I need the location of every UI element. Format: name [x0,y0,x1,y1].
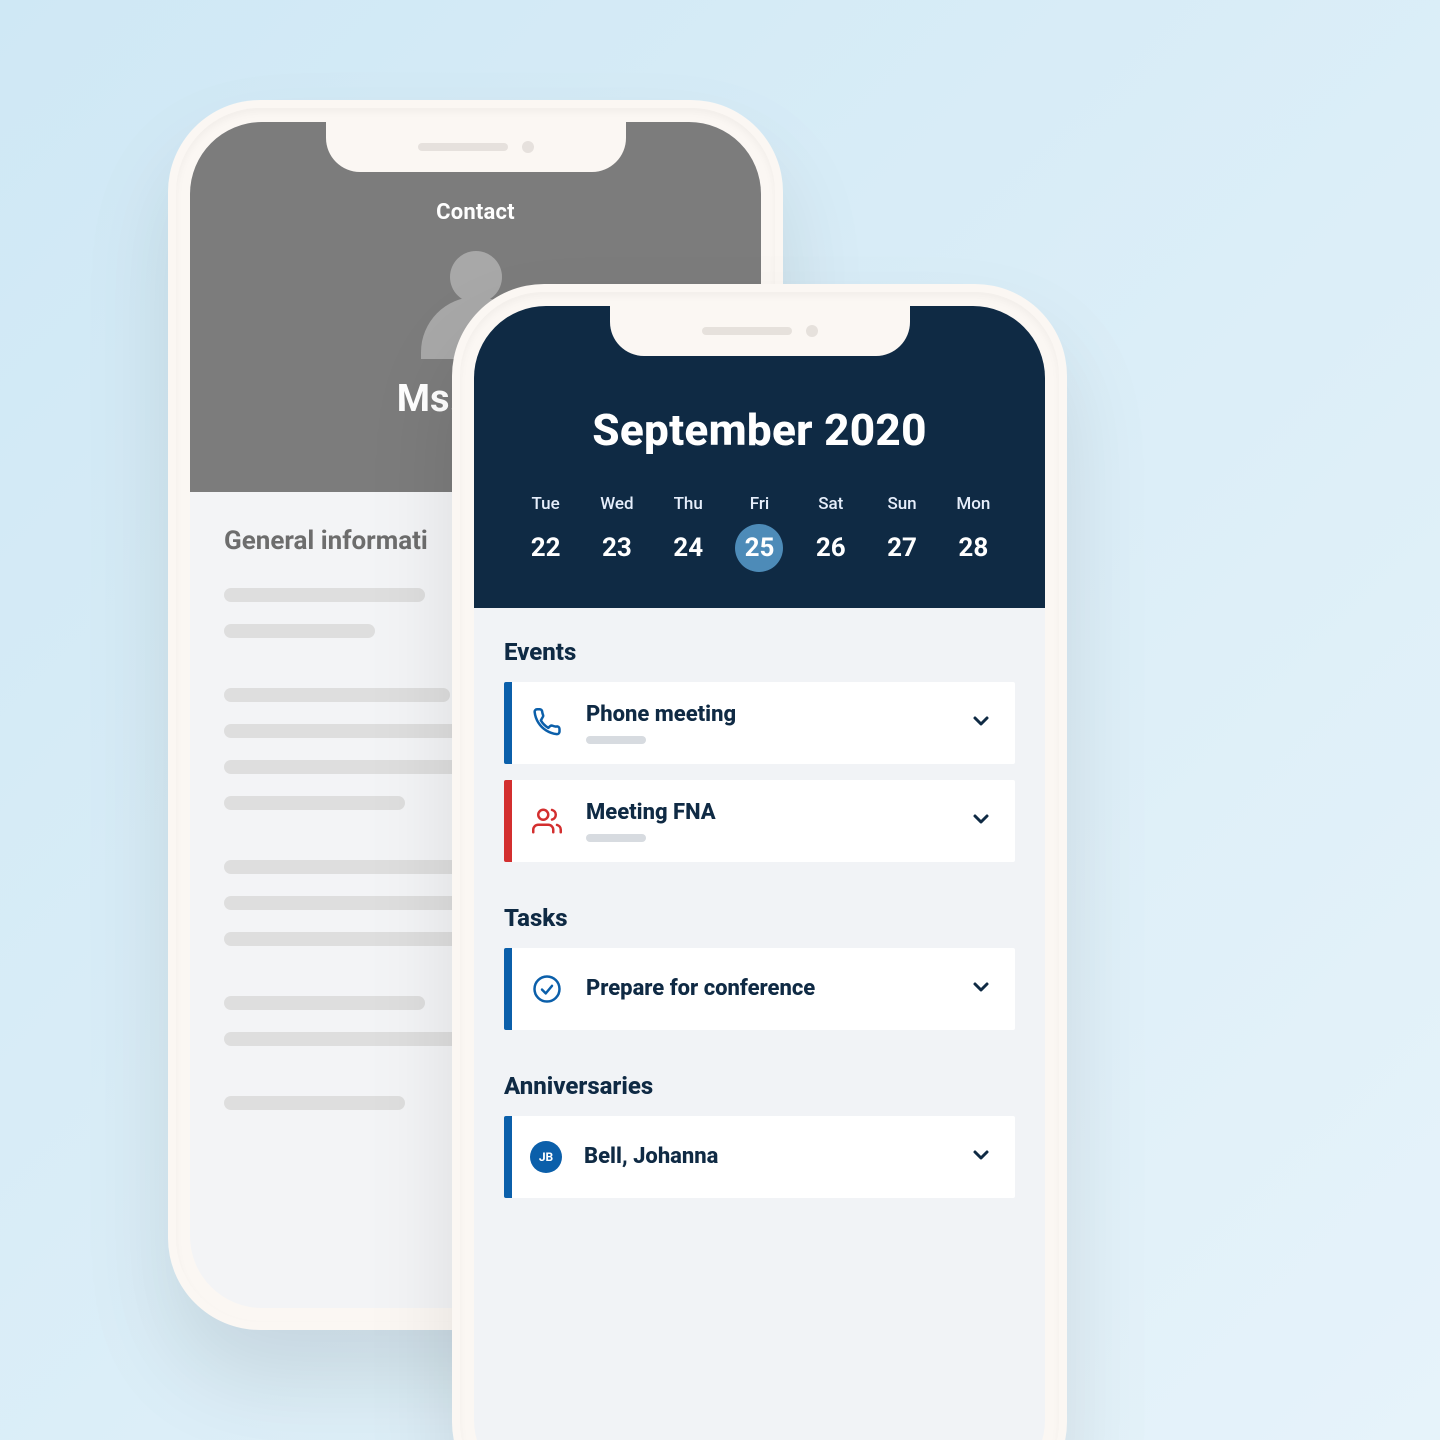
calendar-day[interactable]: Sat 26 [795,494,866,572]
calendar-day-of-week: Thu [653,494,724,514]
event-card-sub-skeleton [586,736,646,744]
contact-header-label: Contact [190,200,761,225]
event-card-title: Meeting FNA [586,800,969,825]
chevron-down-icon[interactable] [969,709,993,737]
device-speaker [702,327,792,335]
calendar-day-number-wrap: 27 [878,524,926,572]
calendar-day-number-wrap: 25 [735,524,783,572]
chevron-down-icon[interactable] [969,975,993,1003]
calendar-day-number: 23 [602,533,632,563]
event-color-bar [504,682,512,764]
anniversaries-section-title: Anniversaries [504,1072,1015,1100]
contact-avatar-initials: JB [530,1141,562,1173]
calendar-day-number-wrap: 24 [664,524,712,572]
phone-calendar: September 2020 Tue 22 Wed 23 Thu 24 Fri 25 Sat 26… [452,284,1067,1440]
calendar-day-of-week: Sun [866,494,937,514]
calendar-month-title: September 2020 [502,404,1017,456]
chevron-down-icon[interactable] [969,1143,993,1171]
tasks-section-title: Tasks [504,904,1015,932]
event-card-title: Phone meeting [586,702,969,727]
event-card[interactable]: Phone meeting [504,682,1015,764]
event-card[interactable]: Meeting FNA [504,780,1015,862]
task-card-body: Prepare for conference [586,976,969,1001]
event-card-body: Meeting FNA [586,800,969,841]
people-icon [530,804,564,838]
calendar-day-number: 22 [531,533,561,563]
events-section: Events Phone meeting [474,608,1045,862]
calendar-day[interactable]: Sun 27 [866,494,937,572]
calendar-day[interactable]: Wed 23 [581,494,652,572]
calendar-day[interactable]: Tue 22 [510,494,581,572]
calendar-day-number: 25 [745,533,775,563]
calendar-day-number-wrap: 22 [522,524,570,572]
calendar-day-number-wrap: 28 [949,524,997,572]
task-color-bar [504,948,512,1030]
calendar-day[interactable]: Mon 28 [938,494,1009,572]
device-notch [326,122,626,172]
chevron-down-icon[interactable] [969,807,993,835]
calendar-week-strip: Tue 22 Wed 23 Thu 24 Fri 25 Sat 26 Sun 27 Mon 28 [502,494,1017,572]
calendar-day-of-week: Sat [795,494,866,514]
calendar-day[interactable]: Thu 24 [653,494,724,572]
calendar-day-number: 26 [816,533,846,563]
device-speaker [418,143,508,151]
event-card-sub-skeleton [586,834,646,842]
phone-icon [530,706,564,740]
task-card[interactable]: Prepare for conference [504,948,1015,1030]
anniversary-card-title: Bell, Johanna [584,1144,969,1169]
task-card-title: Prepare for conference [586,976,969,1001]
calendar-day-of-week: Mon [938,494,1009,514]
event-color-bar [504,780,512,862]
calendar-day-of-week: Wed [581,494,652,514]
anniversary-card[interactable]: JB Bell, Johanna [504,1116,1015,1198]
calendar-day-of-week: Fri [724,494,795,514]
tasks-section: Tasks Prepare for conference [474,878,1045,1030]
calendar-day-number: 24 [673,533,703,563]
event-card-body: Phone meeting [586,702,969,743]
device-notch [610,306,910,356]
device-camera [806,325,818,337]
anniversary-color-bar [504,1116,512,1198]
calendar-day-of-week: Tue [510,494,581,514]
calendar-day[interactable]: Fri 25 [724,494,795,572]
device-camera [522,141,534,153]
calendar-day-number: 27 [887,533,917,563]
anniversary-card-body: Bell, Johanna [584,1144,969,1169]
calendar-day-number-wrap: 26 [807,524,855,572]
check-circle-icon [530,972,564,1006]
calendar-day-number: 28 [958,533,988,563]
anniversaries-section: Anniversaries JB Bell, Johanna [474,1046,1045,1198]
calendar-day-number-wrap: 23 [593,524,641,572]
events-section-title: Events [504,638,1015,666]
phone-calendar-screen: September 2020 Tue 22 Wed 23 Thu 24 Fri 25 Sat 26… [474,306,1045,1440]
